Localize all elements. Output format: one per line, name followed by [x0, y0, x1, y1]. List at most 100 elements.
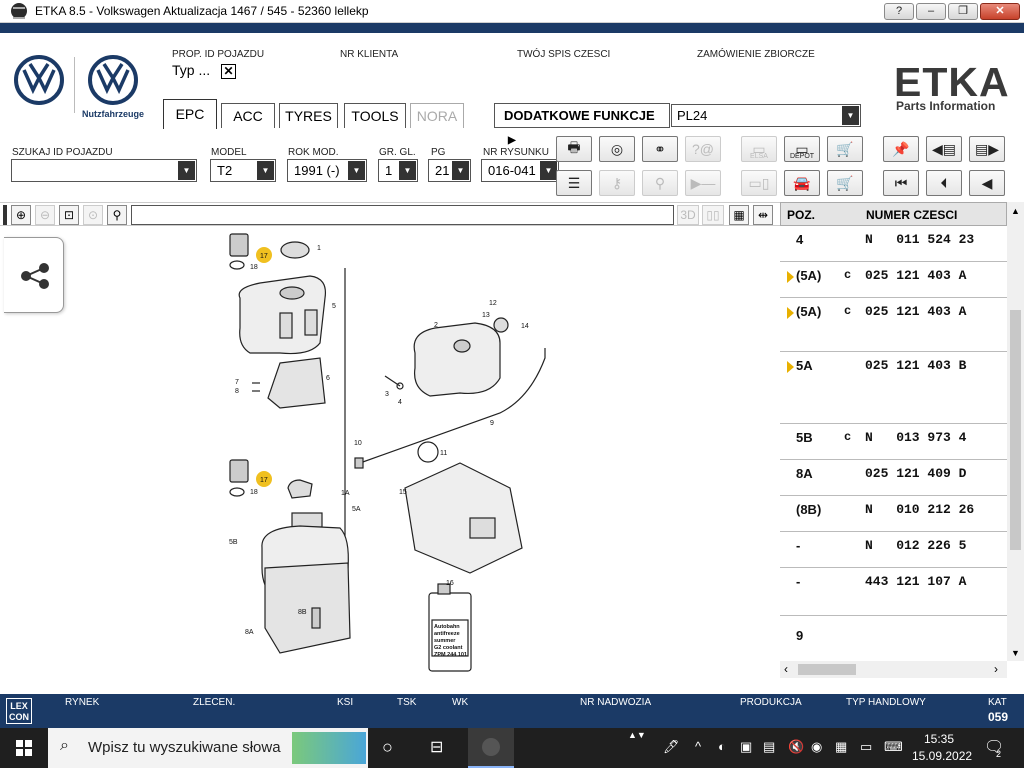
col-number-header[interactable]: NUMER CZESCI: [866, 208, 957, 222]
back-button[interactable]: ⏴: [926, 170, 962, 196]
szukaj-input[interactable]: ▼: [11, 159, 197, 182]
clock-time[interactable]: 15:35: [924, 732, 954, 746]
app-header: Nutzfahrzeuge PROP. ID POJAZDU NR KLIENT…: [0, 33, 1024, 146]
zamowienie-label[interactable]: ZAMÓWIENIE ZBIORCZE: [697, 49, 815, 60]
list-button[interactable]: ☰: [556, 170, 592, 196]
tab-acc[interactable]: ACC: [221, 103, 275, 128]
magnifier-button[interactable]: ⚲: [107, 205, 127, 225]
help-button[interactable]: ?: [884, 3, 914, 20]
task-view-icon[interactable]: ○: [382, 737, 393, 758]
tab-epc[interactable]: EPC: [163, 99, 217, 129]
tray-icon-d[interactable]: ◉: [811, 739, 822, 755]
table-row[interactable]: (8B) N 010 212 26: [780, 496, 1007, 532]
row-pos: (5A): [796, 304, 822, 319]
chevron-up-icon[interactable]: ^: [695, 739, 701, 754]
network-icon[interactable]: ▭: [860, 739, 872, 755]
cart-add-button[interactable]: 🛒: [827, 170, 863, 196]
scroll-thumb[interactable]: [798, 664, 856, 675]
print-button[interactable]: 🖶: [556, 136, 592, 162]
table-row[interactable]: - N 012 226 5: [780, 532, 1007, 568]
play-marker-icon[interactable]: [787, 307, 794, 319]
depot-button[interactable]: ▭ DEPOT: [784, 136, 820, 162]
table-row[interactable]: 8A 025 121 409 D: [780, 460, 1007, 496]
close-button[interactable]: ✕: [980, 3, 1020, 20]
table-row[interactable]: - 443 121 107 A: [780, 568, 1007, 616]
row-part-number: N 011 524 23: [865, 232, 975, 247]
maximize-button[interactable]: ❐: [948, 3, 978, 20]
nr-klienta-label[interactable]: NR KLIENTA: [340, 49, 398, 60]
rok-select[interactable]: 1991 (-) ▼: [287, 159, 367, 182]
twoj-spis-label[interactable]: TWÓJ SPIS CZESCI: [517, 49, 610, 60]
chevron-down-icon[interactable]: ▼: [257, 161, 274, 180]
layout-icon: ▦: [733, 208, 745, 222]
play-marker-icon[interactable]: [787, 361, 794, 373]
table-row[interactable]: 5B c N 013 973 4: [780, 424, 1007, 460]
drawing-search-input[interactable]: [131, 205, 674, 225]
tray-scroll-icon[interactable]: ▲▼: [628, 730, 646, 740]
chevron-down-icon[interactable]: ▼: [399, 161, 416, 180]
share-panel-handle[interactable]: [4, 237, 64, 313]
chevron-down-icon[interactable]: ▼: [348, 161, 365, 180]
tray-icon-b[interactable]: ▣: [740, 739, 752, 755]
gr-select[interactable]: 1 ▼: [378, 159, 418, 182]
windows-start-icon[interactable]: [16, 740, 32, 756]
chevron-down-icon[interactable]: ▼: [842, 106, 859, 125]
col-pos-header[interactable]: POZ.: [787, 208, 815, 222]
chevron-down-icon[interactable]: ▼: [540, 161, 557, 180]
car-button[interactable]: 🚘: [784, 170, 820, 196]
taskbar-search-box[interactable]: ⌕ Wpisz tu wyszukiwane słowa: [48, 728, 368, 768]
scroll-thumb[interactable]: [1010, 310, 1021, 550]
zoom-in-button[interactable]: ⊕: [11, 205, 31, 225]
minimize-button[interactable]: –: [916, 3, 946, 20]
prev-page-button[interactable]: ◀▤: [926, 136, 962, 162]
multitask-icon[interactable]: ⊟: [430, 737, 443, 757]
parts-horizontal-scrollbar[interactable]: ‹ ›: [780, 661, 1007, 678]
resize-split-button[interactable]: ⇹: [753, 205, 773, 225]
notification-icon[interactable]: 🗨: [984, 737, 1004, 757]
pin-button[interactable]: 📌: [883, 136, 919, 162]
search-binoculars-button[interactable]: ⚭: [642, 136, 678, 162]
clock-date[interactable]: 15.09.2022: [912, 749, 972, 763]
screens-icon: ▭▯: [748, 174, 770, 191]
chevron-down-icon[interactable]: ▼: [178, 161, 195, 180]
sound-button[interactable]: ◎: [599, 136, 635, 162]
tray-icon-c[interactable]: ▤: [763, 739, 775, 755]
table-row[interactable]: 9: [780, 622, 1007, 658]
speaker-mute-icon[interactable]: 🔇: [788, 739, 804, 755]
dodatkowe-funkcje-button[interactable]: DODATKOWE FUNKCJE ▶: [494, 103, 670, 146]
first-button[interactable]: ⏮: [883, 170, 919, 196]
extra-function-select[interactable]: PL24 ▼: [671, 104, 861, 127]
zoom-fit-button[interactable]: ⊡: [59, 205, 79, 225]
row-part-number: 443 121 107 A: [865, 574, 967, 589]
play-marker-icon[interactable]: [787, 271, 794, 283]
title-bar: ETKA 8.5 - Volkswagen Aktualizacja 1467 …: [0, 0, 1024, 23]
typ-clear-icon[interactable]: ✕: [221, 64, 236, 79]
typ-value[interactable]: Typ ...: [172, 62, 210, 78]
cart-button[interactable]: 🛒: [827, 136, 863, 162]
tray-icon-e[interactable]: ▦: [835, 739, 847, 755]
scroll-up-icon[interactable]: ▲: [1011, 206, 1020, 216]
scroll-right-icon[interactable]: ›: [994, 662, 998, 676]
chevron-down-icon[interactable]: ▼: [452, 161, 469, 180]
scroll-down-icon[interactable]: ▼: [1011, 648, 1020, 658]
scroll-left-icon[interactable]: ‹: [784, 662, 788, 676]
key-icon: ⚷: [611, 174, 623, 191]
parts-vertical-scrollbar[interactable]: ▲ ▼: [1007, 202, 1024, 661]
layout-button[interactable]: ▦: [729, 205, 749, 225]
keyboard-icon[interactable]: ⌨: [884, 739, 903, 755]
tray-icon-a[interactable]: ◐: [718, 739, 726, 754]
etka-taskbar-button[interactable]: [468, 728, 514, 768]
tray-app-icon[interactable]: 🖊: [663, 739, 680, 755]
table-row[interactable]: (5A) c 025 121 403 A: [780, 262, 1007, 298]
previous-button[interactable]: ◀: [969, 170, 1005, 196]
next-page-button[interactable]: ▤▶: [969, 136, 1005, 162]
model-select[interactable]: T2 ▼: [210, 159, 276, 182]
parts-illustration[interactable]: 1 17 18 5 6 7 8 2 3 4 12 13 14 9 10 11 1…: [200, 228, 570, 678]
table-row[interactable]: 5A 025 121 403 B: [780, 352, 1007, 424]
table-row[interactable]: (5A) c 025 121 403 A: [780, 298, 1007, 352]
tab-tyres[interactable]: TYRES: [279, 103, 338, 128]
table-row[interactable]: 4 N 011 524 23: [780, 226, 1007, 262]
pg-select[interactable]: 21 ▼: [428, 159, 471, 182]
nr-rysunku-select[interactable]: 016-041 ▼: [481, 159, 559, 182]
tab-tools[interactable]: TOOLS: [344, 103, 406, 128]
